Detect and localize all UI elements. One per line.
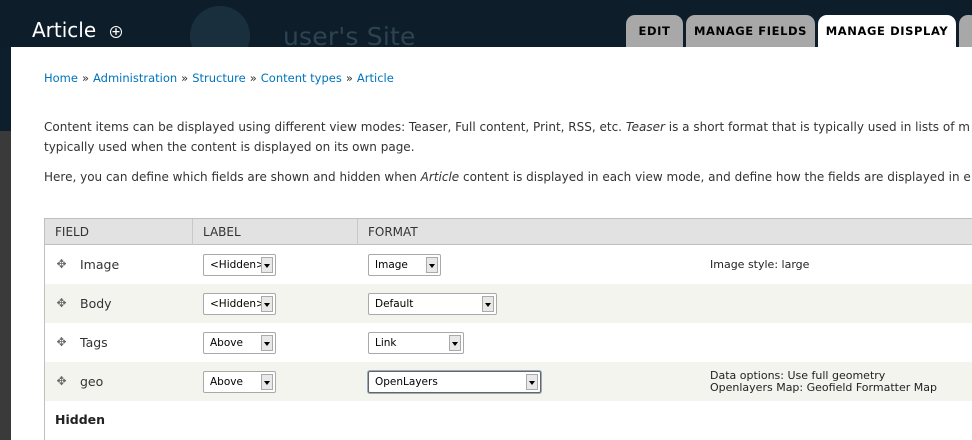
chevron-down-icon bbox=[261, 374, 273, 390]
left-edge bbox=[0, 47, 11, 440]
column-divider bbox=[357, 219, 358, 245]
tab-manage-fields[interactable]: MANAGE FIELDS bbox=[686, 15, 815, 47]
table-row: ✥ geo Above OpenLayers Data options: Use… bbox=[45, 362, 972, 401]
page-title: Article bbox=[32, 18, 97, 42]
format-select[interactable]: Image bbox=[368, 254, 441, 276]
drag-handle-icon[interactable]: ✥ bbox=[55, 258, 68, 271]
site-name[interactable]: user's Site bbox=[283, 22, 416, 47]
breadcrumb-separator: » bbox=[81, 71, 90, 85]
drag-handle-icon[interactable]: ✥ bbox=[55, 297, 68, 310]
label-select[interactable]: <Hidden> bbox=[203, 254, 276, 276]
add-shortcut-icon[interactable]: + bbox=[110, 26, 122, 38]
breadcrumb-separator: » bbox=[345, 71, 353, 85]
region-title: Hidden bbox=[55, 412, 106, 427]
label-select[interactable]: Above bbox=[203, 371, 276, 393]
primary-tabs: EDIT MANAGE FIELDS MANAGE DISPLAY bbox=[626, 15, 972, 47]
column-header-field: FIELD bbox=[55, 225, 89, 239]
breadcrumb-separator: » bbox=[181, 71, 189, 85]
table-header: FIELD LABEL FORMAT bbox=[45, 218, 972, 245]
chevron-down-icon bbox=[482, 296, 494, 312]
table-row: ✥ Image <Hidden> Image Image style: larg… bbox=[45, 245, 972, 284]
format-select[interactable]: OpenLayers bbox=[368, 371, 541, 393]
table-row: ✥ Body <Hidden> Default bbox=[45, 284, 972, 323]
breadcrumb-article[interactable]: Article bbox=[357, 71, 394, 85]
formatter-summary: Image style: large bbox=[710, 258, 810, 271]
field-name: Image bbox=[80, 257, 120, 272]
help-text-line-2: typically used when the content is displ… bbox=[44, 140, 415, 154]
column-header-format: FORMAT bbox=[368, 225, 418, 239]
field-name: geo bbox=[80, 374, 104, 389]
table-row: ✥ Tags Above Link bbox=[45, 323, 972, 362]
format-select[interactable]: Default bbox=[368, 293, 497, 315]
help-text-paragraph-2: Here, you can define which fields are sh… bbox=[44, 170, 971, 184]
label-select[interactable]: Above bbox=[203, 332, 276, 354]
column-header-label: LABEL bbox=[203, 225, 241, 239]
site-logo[interactable] bbox=[190, 6, 250, 47]
chevron-down-icon bbox=[449, 335, 461, 351]
chevron-down-icon bbox=[261, 296, 273, 312]
formatter-summary-line-2: Openlayers Map: Geofield Formatter Map bbox=[710, 381, 937, 394]
breadcrumb: Home» Administration» Structure» Content ty… bbox=[44, 71, 394, 85]
drag-handle-icon[interactable]: ✥ bbox=[55, 375, 68, 388]
field-display-table: FIELD LABEL FORMAT ✥ Image <Hidden> Imag… bbox=[44, 218, 972, 440]
main-content: Home» Administration» Structure» Content ty… bbox=[11, 47, 972, 440]
breadcrumb-content-types[interactable]: Content types bbox=[261, 71, 342, 85]
page-header: user's Site Article + EDIT MANAGE FIELDS… bbox=[0, 0, 972, 47]
chevron-down-icon bbox=[426, 257, 438, 273]
chevron-down-icon bbox=[261, 257, 273, 273]
tab-overflow[interactable] bbox=[959, 15, 972, 47]
label-select[interactable]: <Hidden> bbox=[203, 293, 276, 315]
region-row-hidden: Hidden bbox=[45, 401, 972, 440]
breadcrumb-home[interactable]: Home bbox=[44, 71, 78, 85]
breadcrumb-administration[interactable]: Administration bbox=[93, 71, 177, 85]
left-edge-lower bbox=[0, 131, 11, 440]
chevron-down-icon bbox=[261, 335, 273, 351]
breadcrumb-separator: » bbox=[249, 71, 257, 85]
field-name: Tags bbox=[80, 335, 108, 350]
breadcrumb-structure[interactable]: Structure bbox=[192, 71, 246, 85]
tab-manage-display[interactable]: MANAGE DISPLAY bbox=[818, 15, 956, 47]
help-text-line-1: Content items can be displayed using dif… bbox=[44, 120, 970, 134]
column-divider bbox=[192, 219, 193, 245]
field-name: Body bbox=[80, 296, 112, 311]
tab-edit[interactable]: EDIT bbox=[626, 15, 683, 47]
drag-handle-icon[interactable]: ✥ bbox=[55, 336, 68, 349]
format-select[interactable]: Link bbox=[368, 332, 464, 354]
chevron-down-icon bbox=[526, 374, 538, 390]
